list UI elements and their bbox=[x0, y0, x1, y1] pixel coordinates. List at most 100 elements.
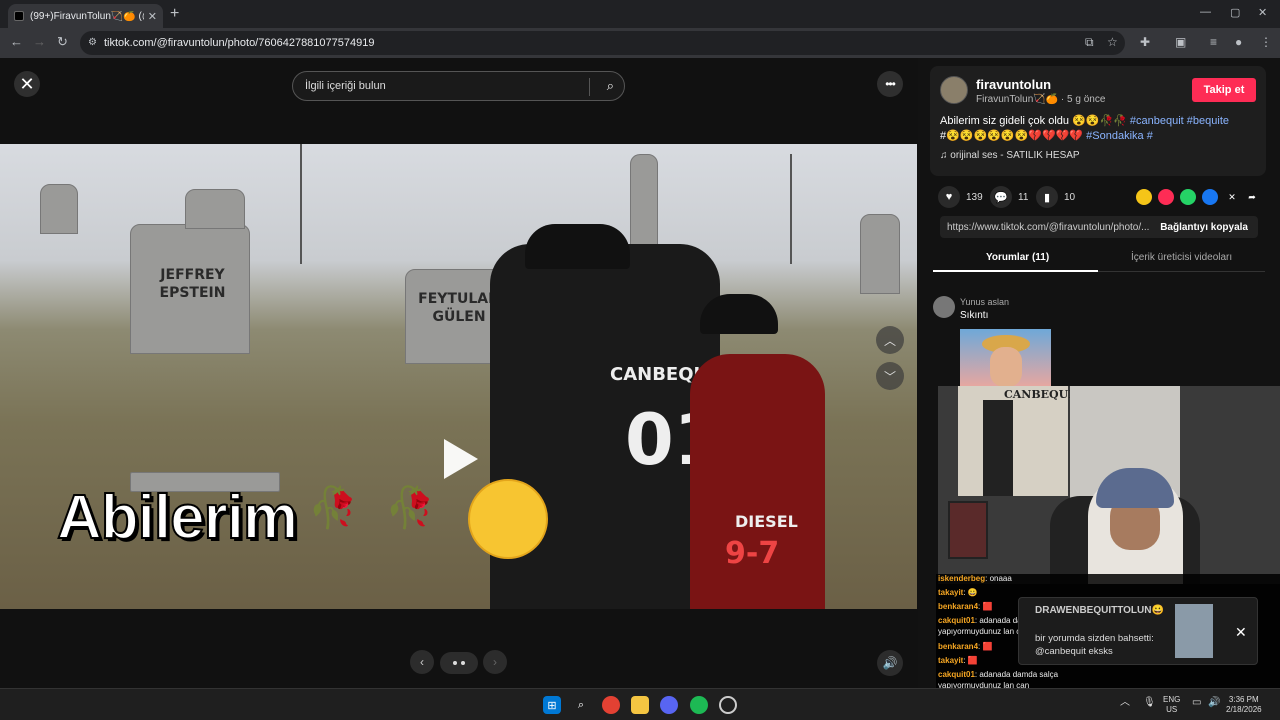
bookmark-star-icon[interactable]: ☆ bbox=[1107, 35, 1118, 49]
music-link[interactable]: ♫ orijinal ses - SATILIK HESAP bbox=[940, 150, 1080, 161]
notification-close-icon[interactable]: ✕ bbox=[1235, 624, 1247, 641]
post-info-card: firavuntolun FiravunTolun🏹🍊 · 5 g önce T… bbox=[930, 66, 1266, 176]
notification-toast[interactable]: DRAWENBEQUITTOLUN😀 bir yorumda sizden ba… bbox=[1018, 597, 1258, 665]
notification-thumbnail bbox=[1175, 604, 1213, 658]
author-avatar[interactable] bbox=[940, 76, 968, 104]
x-twitter-icon[interactable]: ✕ bbox=[1224, 189, 1240, 205]
address-bar[interactable]: ⚙ tiktok.com/@firavuntolun/photo/7606427… bbox=[80, 31, 1125, 55]
save-action[interactable]: ▮ 10 bbox=[1036, 186, 1075, 208]
media-controls-icon[interactable]: ≡ bbox=[1210, 35, 1217, 49]
new-tab-button[interactable]: + bbox=[170, 5, 179, 23]
author-username[interactable]: firavuntolun bbox=[976, 77, 1051, 92]
profile-avatar-icon[interactable]: ● bbox=[1235, 35, 1242, 49]
tombstone-left-text: JEFFREY EPSTEIN bbox=[159, 267, 226, 301]
chrome-icon[interactable] bbox=[602, 696, 620, 714]
maximize-button[interactable]: ▢ bbox=[1230, 6, 1240, 19]
hashtag-link[interactable]: #Sondakika # bbox=[1086, 130, 1153, 142]
network-icon[interactable]: ▭ bbox=[1192, 698, 1201, 708]
share-send-icon[interactable] bbox=[1158, 189, 1174, 205]
jersey-second-number: 9-7 bbox=[725, 536, 780, 571]
spotify-icon[interactable] bbox=[690, 696, 708, 714]
chat-message: cakquit01: adanada damda salça bbox=[938, 670, 1059, 679]
microphone-icon[interactable]: 🎙 bbox=[1143, 698, 1156, 708]
close-viewer-button[interactable]: ✕ bbox=[14, 71, 40, 97]
webcam-overlay: CANBEQUIT bbox=[938, 386, 1280, 584]
browser-tab-strip: (99+)FiravunTolun🏹🍊 (@fira ✕ + — ▢ ✕ bbox=[0, 0, 1280, 28]
panel-tabs: Yorumlar (11) İçerik üreticisi videoları bbox=[933, 248, 1265, 272]
poster-figure bbox=[983, 400, 1013, 496]
tab-close-icon[interactable]: ✕ bbox=[148, 10, 157, 23]
rose-icon: 🥀 bbox=[385, 486, 435, 530]
previous-photo-button[interactable]: ‹ bbox=[410, 650, 434, 674]
notification-body: bir yorumda sizden bahsetti: @canbequit … bbox=[1035, 633, 1154, 657]
cap bbox=[525, 224, 630, 269]
post-link-field[interactable]: https://www.tiktok.com/@firavuntolun/pho… bbox=[940, 216, 1258, 238]
file-explorer-icon[interactable] bbox=[631, 696, 649, 714]
search-icon[interactable]: ⌕ bbox=[572, 696, 590, 714]
app-icon[interactable] bbox=[719, 696, 737, 714]
tiktok-favicon-icon bbox=[14, 11, 24, 21]
comment-count: 11 bbox=[1018, 191, 1029, 203]
windows-start-icon[interactable]: ⊞ bbox=[543, 696, 561, 714]
desc-text: Abilerim siz gideli çok oldu 😵😵🥀🥀 bbox=[940, 115, 1127, 127]
share-embed-icon[interactable] bbox=[1136, 189, 1152, 205]
chat-message: benkaran4: 🟥 bbox=[938, 602, 993, 611]
forward-icon[interactable]: → bbox=[33, 34, 46, 49]
commenter-avatar[interactable] bbox=[933, 296, 955, 318]
search-icon[interactable]: ⌕ bbox=[607, 78, 614, 94]
hashtag-link[interactable]: #canbequit #bequite bbox=[1130, 115, 1229, 127]
copy-link-button[interactable]: Bağlantıyı kopyala bbox=[1160, 222, 1248, 233]
split-view-icon[interactable]: ▣ bbox=[1175, 35, 1186, 49]
post-photo[interactable]: JEFFREY EPSTEIN FEYTULAH GÜLEN CANBEQUIT… bbox=[0, 144, 917, 609]
commenter-name[interactable]: Yunus aslan bbox=[960, 297, 1009, 307]
clock[interactable]: 3:36 PM 2/18/2026 bbox=[1226, 695, 1262, 715]
discord-icon[interactable] bbox=[660, 696, 678, 714]
volume-button[interactable]: 🔊 bbox=[877, 650, 903, 676]
next-post-button[interactable]: ﹀ bbox=[876, 362, 904, 390]
facebook-icon[interactable] bbox=[1202, 189, 1218, 205]
photo-caption: Abilerim bbox=[56, 482, 299, 553]
next-photo-button[interactable]: › bbox=[483, 650, 507, 674]
related-search-input[interactable]: İlgili içeriği bulun ⌕ bbox=[292, 71, 625, 101]
comment-action[interactable]: 💬 11 bbox=[990, 186, 1028, 208]
url-text: tiktok.com/@firavuntolun/photo/760642788… bbox=[104, 37, 375, 49]
desc-line2: #😵😵😵😵😵😵💔💔💔💔 bbox=[940, 130, 1084, 142]
play-icon[interactable] bbox=[444, 439, 478, 479]
tray-overflow-icon[interactable]: ︿ bbox=[1120, 698, 1130, 708]
chat-message: takayit: 🟥 bbox=[938, 656, 978, 665]
chat-message: yapıyormuydunuz lan can bbox=[938, 627, 1030, 636]
volume-tray-icon[interactable]: 🔊 bbox=[1208, 698, 1220, 708]
tab-creator-videos[interactable]: İçerik üreticisi videoları bbox=[1131, 252, 1232, 263]
chat-message: takayit: 😀 bbox=[938, 588, 978, 597]
tab-comments[interactable]: Yorumlar (11) bbox=[986, 252, 1049, 263]
share-more-icon[interactable]: ➦ bbox=[1244, 189, 1260, 205]
menu-kebab-icon[interactable]: ⋮ bbox=[1260, 35, 1272, 49]
obelisk bbox=[630, 154, 658, 254]
browser-tab[interactable]: (99+)FiravunTolun🏹🍊 (@fira ✕ bbox=[8, 4, 163, 28]
reload-icon[interactable]: ↻ bbox=[57, 34, 68, 50]
notification-title: DRAWENBEQUITTOLUN😀 bbox=[1035, 605, 1164, 616]
extensions-icon[interactable]: ✚ bbox=[1140, 35, 1150, 49]
tab-title: (99+)FiravunTolun🏹🍊 (@fira bbox=[30, 10, 144, 22]
back-icon[interactable]: ← bbox=[10, 34, 23, 49]
tree-decor bbox=[300, 144, 302, 264]
language-indicator[interactable]: ENG US bbox=[1163, 695, 1180, 715]
install-app-icon[interactable]: ⧉ bbox=[1085, 35, 1094, 50]
previous-post-button[interactable]: ︿ bbox=[876, 326, 904, 354]
minimize-button[interactable]: — bbox=[1200, 6, 1211, 18]
whatsapp-icon[interactable] bbox=[1180, 189, 1196, 205]
more-options-button[interactable]: ••• bbox=[877, 71, 903, 97]
save-count: 10 bbox=[1064, 191, 1076, 203]
cap-2 bbox=[700, 294, 778, 334]
clock-time: 3:36 PM bbox=[1228, 695, 1259, 704]
comment-image[interactable] bbox=[960, 329, 1051, 387]
comment-icon: 💬 bbox=[990, 186, 1012, 208]
like-action[interactable]: ♥ 139 bbox=[938, 186, 983, 208]
site-info-icon[interactable]: ⚙ bbox=[88, 37, 97, 48]
search-divider bbox=[589, 78, 590, 96]
window-close-button[interactable]: ✕ bbox=[1258, 6, 1267, 19]
follow-button[interactable]: Takip et bbox=[1192, 78, 1256, 102]
tree-decor bbox=[790, 154, 792, 264]
rose-icon: 🥀 bbox=[308, 486, 358, 530]
tombstone-bg bbox=[860, 214, 900, 294]
